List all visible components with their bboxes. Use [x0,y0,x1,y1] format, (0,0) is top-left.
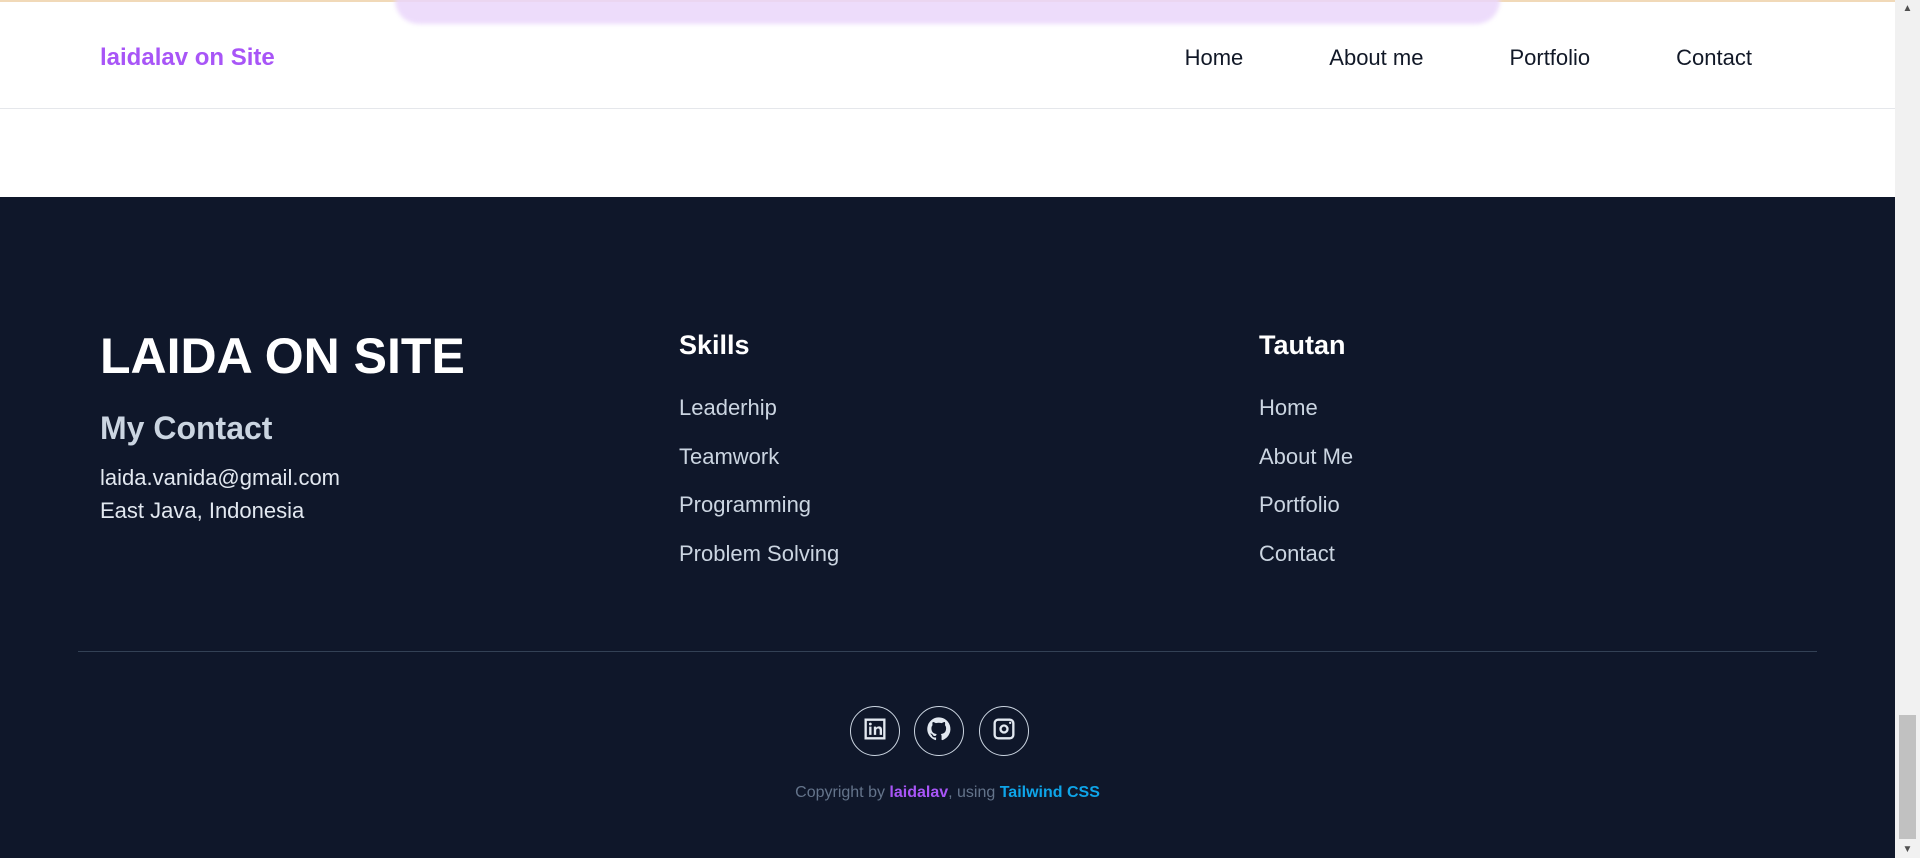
footer-site-title: LAIDA ON SITE [100,328,465,384]
page: laidalav on Site Home About me Portfolio… [0,0,1920,858]
vertical-scrollbar[interactable]: ▲ ▼ [1895,0,1920,858]
nav-contact[interactable]: Contact [1676,45,1752,71]
nav-portfolio[interactable]: Portfolio [1509,45,1590,71]
copyright: Copyright by laidalav, using Tailwind CS… [0,784,1895,802]
skills-heading: Skills [679,330,750,360]
linkedin-button[interactable] [850,706,900,756]
header-glow [395,0,1500,24]
nav-about[interactable]: About me [1329,45,1423,71]
github-button[interactable] [914,706,964,756]
footer-link-portfolio[interactable]: Portfolio [1259,492,1340,518]
skill-item[interactable]: Teamwork [679,444,779,470]
scroll-up-icon[interactable]: ▲ [1895,0,1920,17]
skill-item[interactable]: Leaderhip [679,395,777,421]
tailwind-link[interactable]: Tailwind CSS [1000,784,1100,801]
nav-home[interactable]: Home [1185,45,1244,71]
links-heading: Tautan [1259,330,1346,360]
scroll-down-icon[interactable]: ▼ [1895,841,1920,858]
copyright-middle: , using [948,784,1000,801]
footer-link-home[interactable]: Home [1259,395,1318,421]
author-link[interactable]: laidalav [889,784,948,801]
skill-item[interactable]: Problem Solving [679,541,839,567]
instagram-button[interactable] [979,706,1029,756]
skill-item[interactable]: Programming [679,492,811,518]
contact-email: laida.vanida@gmail.com [100,465,341,490]
site-footer: LAIDA ON SITE My Contact laida.vanida@gm… [0,197,1895,858]
footer-link-contact[interactable]: Contact [1259,541,1335,567]
brand-link[interactable]: laidalav on Site [100,44,275,72]
contact-heading: My Contact [100,410,273,446]
viewport: laidalav on Site Home About me Portfolio… [0,0,1895,858]
footer-link-about[interactable]: About Me [1259,444,1353,470]
main-nav: Home About me Portfolio Contact [1185,45,1752,71]
scroll-thumb[interactable] [1899,715,1916,839]
linkedin-icon [861,715,889,748]
site-header: laidalav on Site Home About me Portfolio… [0,0,1895,109]
contact-location: East Java, Indonesia [100,498,305,523]
github-icon [925,715,953,748]
copyright-prefix: Copyright by [795,784,890,801]
footer-divider [78,651,1817,652]
instagram-icon [990,715,1018,748]
